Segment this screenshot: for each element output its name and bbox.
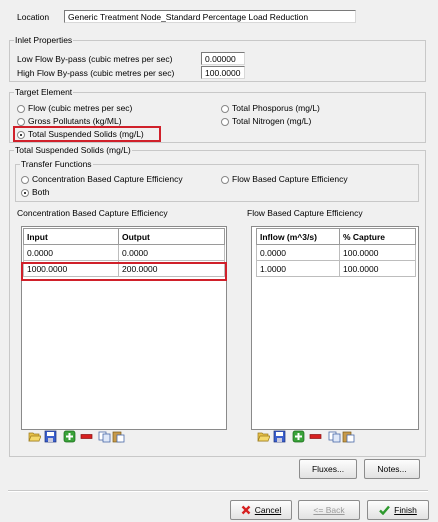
paste-icon[interactable]	[342, 430, 355, 443]
radio-both[interactable]: Both	[21, 187, 50, 198]
radio-total-phosphorus-indicator	[221, 104, 229, 113]
concentration-cell[interactable]: 0.0000	[118, 244, 225, 261]
high-flow-bypass-input[interactable]: 100.0000	[201, 66, 245, 79]
back-button-label: <= Back	[313, 505, 345, 515]
flow-panel-title: Flow Based Capture Efficiency	[247, 208, 363, 218]
radio-concentration-based-indicator	[21, 175, 29, 184]
close-icon	[241, 505, 251, 515]
flow-cell[interactable]: 100.0000	[339, 244, 416, 261]
cancel-button[interactable]: Cancel	[230, 500, 292, 520]
radio-total-nitrogen-label: Total Nitrogen (mg/L)	[232, 116, 312, 126]
low-flow-bypass-label: Low Flow By-pass (cubic metres per sec)	[17, 54, 173, 64]
concentration-panel-title: Concentration Based Capture Efficiency	[17, 208, 168, 218]
add-row-icon[interactable]	[63, 430, 76, 443]
copy-icon[interactable]	[98, 430, 111, 443]
target-element-title: Target Element	[14, 87, 74, 98]
table-row: 1.0000 100.0000	[256, 260, 416, 277]
radio-total-phosphorus[interactable]: Total Phosporus (mg/L)	[221, 103, 320, 114]
flow-grid: Inflow (m^3/s) % Capture 0.0000 100.0000…	[251, 226, 419, 430]
flow-cell[interactable]: 1.0000	[256, 260, 340, 277]
radio-both-indicator	[21, 188, 29, 197]
back-button[interactable]: <= Back	[298, 500, 360, 520]
cancel-button-label: Cancel	[254, 505, 282, 515]
save-icon[interactable]	[273, 430, 286, 443]
delete-row-icon[interactable]	[309, 430, 322, 443]
radio-flow-based[interactable]: Flow Based Capture Efficiency	[221, 174, 348, 185]
copy-icon[interactable]	[328, 430, 341, 443]
delete-row-icon[interactable]	[80, 430, 93, 443]
table-row: 0.0000 100.0000	[256, 244, 416, 261]
table-row: 0.0000 0.0000	[23, 244, 225, 261]
save-icon[interactable]	[44, 430, 57, 443]
flow-table: Inflow (m^3/s) % Capture 0.0000 100.0000…	[256, 228, 416, 277]
radio-total-nitrogen[interactable]: Total Nitrogen (mg/L)	[221, 116, 311, 127]
radio-total-nitrogen-indicator	[221, 117, 229, 126]
paste-icon[interactable]	[112, 430, 125, 443]
open-folder-icon[interactable]	[257, 430, 270, 443]
notes-button-label: Notes...	[377, 464, 407, 474]
location-label: Location	[17, 12, 50, 22]
high-flow-bypass-label: High Flow By-pass (cubic metres per sec)	[17, 68, 175, 78]
concentration-header-output: Output	[118, 228, 225, 245]
concentration-row-highlight	[21, 262, 227, 281]
fluxes-button-label: Fluxes...	[311, 464, 345, 474]
location-input[interactable]: Generic Treatment Node_Standard Percenta…	[64, 10, 356, 23]
concentration-header-input: Input	[23, 228, 119, 245]
add-row-icon[interactable]	[292, 430, 305, 443]
radio-flow-label: Flow (cubic metres per sec)	[28, 103, 133, 113]
notes-button[interactable]: Notes...	[364, 459, 420, 479]
radio-concentration-based-label: Concentration Based Capture Efficiency	[32, 174, 183, 184]
transfer-functions-title: Transfer Functions	[20, 159, 93, 170]
radio-gross-pollutants-indicator	[17, 117, 25, 126]
radio-total-phosphorus-label: Total Phosporus (mg/L)	[232, 103, 320, 113]
flow-header-capture: % Capture	[339, 228, 416, 245]
concentration-header-row: Input Output	[23, 228, 225, 245]
radio-flow-based-indicator	[221, 175, 229, 184]
radio-flow-based-label: Flow Based Capture Efficiency	[232, 174, 348, 184]
fluxes-button[interactable]: Fluxes...	[299, 459, 357, 479]
open-folder-icon[interactable]	[28, 430, 41, 443]
flow-header-inflow: Inflow (m^3/s)	[256, 228, 340, 245]
flow-header-row: Inflow (m^3/s) % Capture	[256, 228, 416, 245]
flow-cell[interactable]: 100.0000	[339, 260, 416, 277]
tss-group-title: Total Suspended Solids (mg/L)	[14, 145, 132, 156]
radio-flow[interactable]: Flow (cubic metres per sec)	[17, 103, 132, 114]
concentration-grid: Input Output 0.0000 0.0000 1000.0000 200…	[21, 226, 227, 430]
tss-radio-highlight	[13, 126, 161, 142]
radio-flow-indicator	[17, 104, 25, 113]
footer-separator	[8, 490, 428, 492]
concentration-cell[interactable]: 0.0000	[23, 244, 119, 261]
low-flow-bypass-input[interactable]: 0.00000	[201, 52, 245, 65]
radio-both-label: Both	[32, 187, 50, 197]
finish-button-label: Finish	[394, 505, 417, 515]
finish-button[interactable]: Finish	[367, 500, 429, 520]
checkmark-icon	[379, 505, 391, 515]
flow-cell[interactable]: 0.0000	[256, 244, 340, 261]
inlet-properties-title: Inlet Properties	[14, 35, 74, 46]
radio-concentration-based[interactable]: Concentration Based Capture Efficiency	[21, 174, 183, 185]
